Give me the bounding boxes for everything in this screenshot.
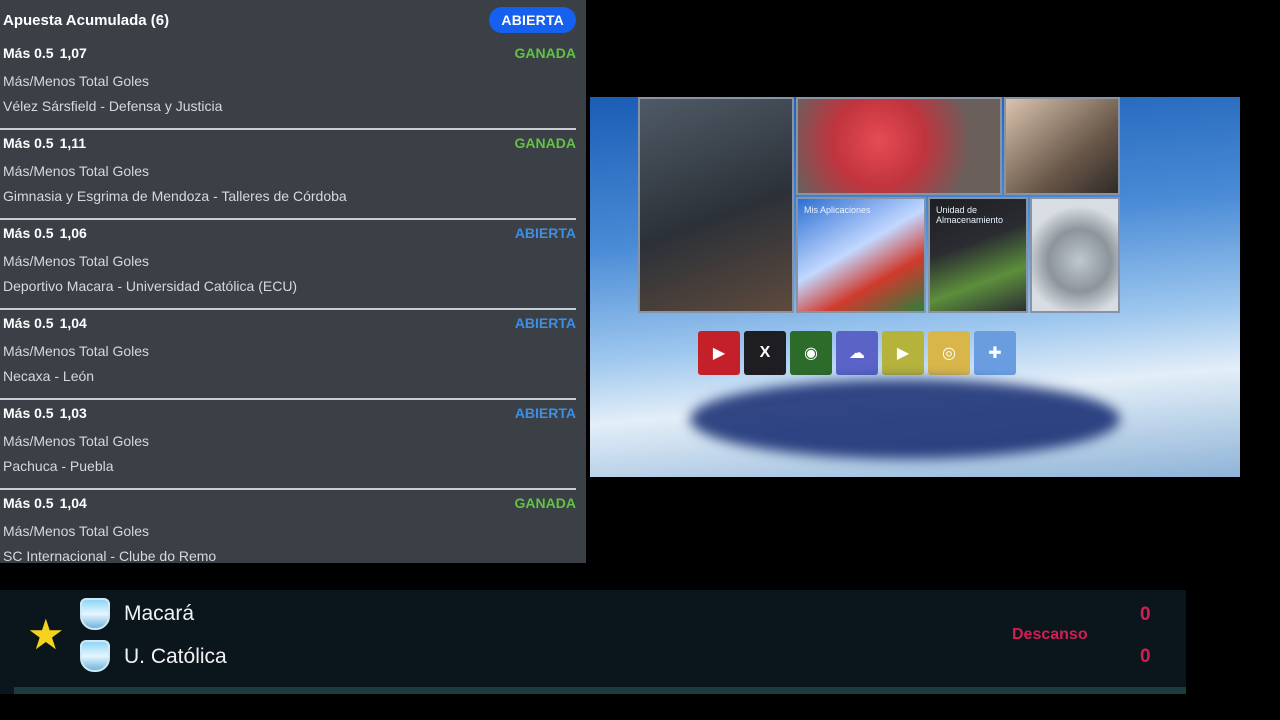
launcher-app-bar: ▶ X ◉ ☁ ▶ ◎ ✚ <box>698 331 1016 377</box>
bet-odds: 1,11 <box>59 135 87 151</box>
bet-result-status: GANADA <box>514 135 576 151</box>
bet-result-status: ABIERTA <box>514 225 576 241</box>
launcher-tile <box>1030 197 1120 313</box>
bet-result-status: ABIERTA <box>514 315 576 331</box>
bet-result-status: ABIERTA <box>514 405 576 421</box>
bet-market: Más/Menos Total Goles <box>3 163 150 179</box>
bet-list: Más 0.5 1,07 GANADA Más/Menos Total Goles… <box>0 40 586 563</box>
bet-item[interactable]: Más 0.5 1,06 ABIERTA Más/Menos Total Gole… <box>0 220 576 310</box>
bet-match: SC Internacional - Clube do Remo <box>3 548 217 563</box>
bet-match: Deportivo Macara - Universidad Católica … <box>3 278 298 294</box>
bet-match: Pachuca - Puebla <box>3 458 114 474</box>
bet-selection: Más 0.5 1,04 <box>3 495 87 511</box>
bet-slip-header: Apuesta Acumulada (6) ABIERTA <box>0 0 586 40</box>
match-period: Descanso <box>1012 626 1088 643</box>
scoreboard: ★ Macará U. Católica Descanso 0 0 <box>0 590 1186 694</box>
bet-selection: Más 0.5 1,07 <box>3 45 87 61</box>
video-feed: Mis Aplicaciones Unidad de Almacenamient… <box>590 97 1240 477</box>
bet-odds: 1,06 <box>59 225 87 241</box>
home-team-name: Macará <box>124 602 195 625</box>
bet-selection: Más 0.5 1,04 <box>3 315 87 331</box>
chrome-icon: ◎ <box>928 331 970 375</box>
play-store-icon: ▶ <box>882 331 924 375</box>
bet-match: Necaxa - León <box>3 368 95 384</box>
screen-glare <box>690 379 1120 459</box>
bet-odds: 1,04 <box>59 495 87 511</box>
bet-item[interactable]: Más 0.5 1,03 ABIERTA Más/Menos Total Gole… <box>0 400 576 490</box>
bet-market: Más/Menos Total Goles <box>3 343 150 359</box>
bet-item[interactable]: Más 0.5 1,07 GANADA Más/Menos Total Goles… <box>0 40 576 130</box>
launcher-tile-storage: Unidad de Almacenamiento <box>928 197 1028 313</box>
launcher-tile <box>638 97 794 313</box>
bet-slip-panel: Apuesta Acumulada (6) ABIERTA Más 0.5 1,0… <box>0 0 586 563</box>
bet-selection: Más 0.5 1,03 <box>3 405 87 421</box>
xtream-icon: X <box>744 331 786 375</box>
launcher-tile <box>1004 97 1120 195</box>
bet-status-badge[interactable]: ABIERTA <box>489 7 576 33</box>
scoreboard-accent-bar <box>14 687 1186 694</box>
cloud-icon: ☁ <box>836 331 878 375</box>
bet-odds: 1,04 <box>59 315 87 331</box>
bet-odds: 1,03 <box>59 405 87 421</box>
away-score: 0 <box>1140 646 1151 667</box>
bet-item[interactable]: Más 0.5 1,04 GANADA Más/Menos Total Goles… <box>0 490 576 563</box>
bet-item[interactable]: Más 0.5 1,04 ABIERTA Más/Menos Total Gole… <box>0 310 576 400</box>
bet-slip-title: Apuesta Acumulada (6) <box>3 11 170 29</box>
bet-item[interactable]: Más 0.5 1,11 GANADA Más/Menos Total Goles… <box>0 130 576 220</box>
home-score: 0 <box>1140 604 1151 625</box>
bet-match: Vélez Sársfield - Defensa y Justicia <box>3 98 223 114</box>
bet-odds: 1,07 <box>59 45 87 61</box>
bet-result-status: GANADA <box>514 495 576 511</box>
bet-selection: Más 0.5 1,06 <box>3 225 87 241</box>
tile-label: Mis Aplicaciones <box>804 205 871 215</box>
bet-match: Gimnasia y Esgrima de Mendoza - Talleres… <box>3 188 347 204</box>
iptv-icon: ◉ <box>790 331 832 375</box>
bet-market: Más/Menos Total Goles <box>3 433 150 449</box>
bet-market: Más/Menos Total Goles <box>3 253 150 269</box>
home-team-crest-icon <box>80 598 110 630</box>
launcher-tile-my-apps: Mis Aplicaciones <box>796 197 926 313</box>
bet-result-status: GANADA <box>514 45 576 61</box>
favorite-star-icon[interactable]: ★ <box>27 614 65 656</box>
tile-label: Unidad de Almacenamiento <box>936 205 1004 225</box>
launcher-tile <box>796 97 1002 195</box>
bet-selection: Más 0.5 1,11 <box>3 135 87 151</box>
launcher-tiles: Mis Aplicaciones Unidad de Almacenamient… <box>638 97 1120 313</box>
add-icon: ✚ <box>974 331 1016 375</box>
away-team-name: U. Católica <box>124 645 227 668</box>
bet-market: Más/Menos Total Goles <box>3 523 150 539</box>
youtube-icon: ▶ <box>698 331 740 375</box>
bet-market: Más/Menos Total Goles <box>3 73 150 89</box>
away-team-crest-icon <box>80 640 110 672</box>
